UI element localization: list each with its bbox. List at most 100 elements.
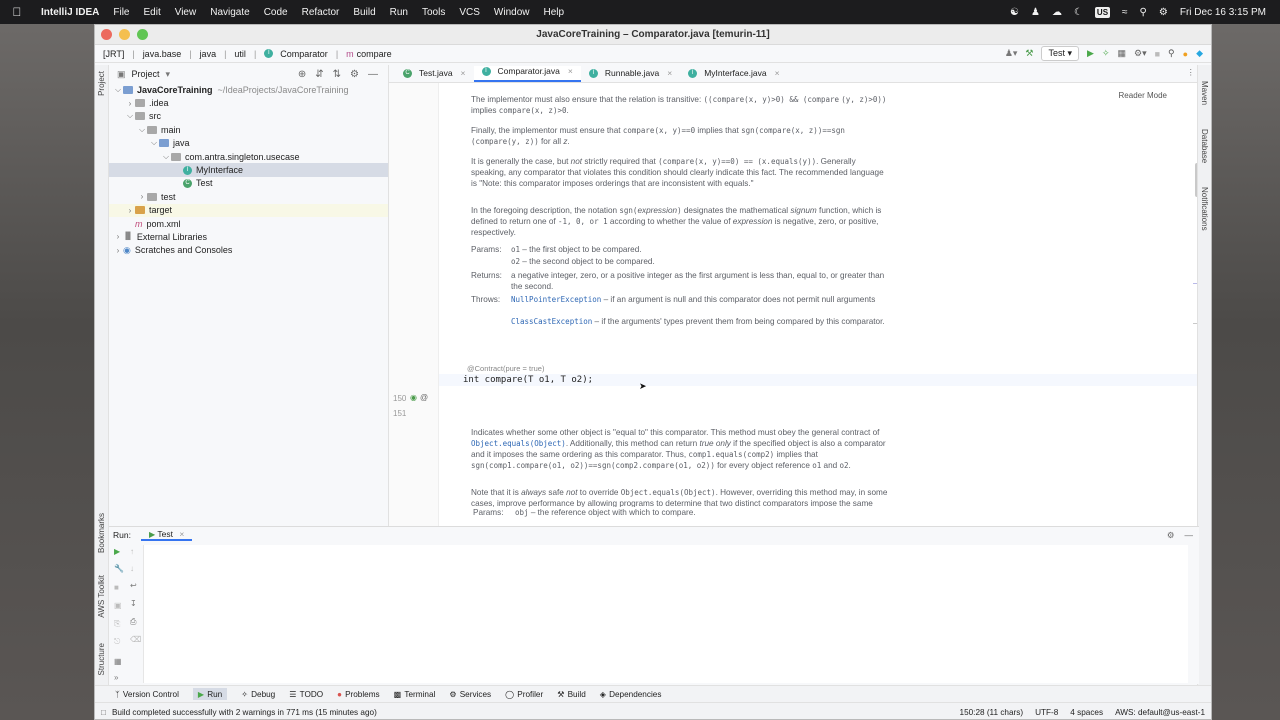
sync-icon[interactable]: ☯: [1010, 7, 1019, 18]
search-everywhere-icon[interactable]: ⚲: [1168, 48, 1175, 59]
chevron-down-icon[interactable]: ⌵: [113, 85, 123, 95]
status-panel-icon[interactable]: □: [101, 708, 106, 717]
cloud-icon[interactable]: ☁: [1052, 7, 1062, 18]
breadcrumb-item[interactable]: compare: [357, 49, 392, 59]
doc-link[interactable]: NullPointerException: [511, 295, 601, 304]
tree-item[interactable]: ⌵ com.antra.singleton.usecase: [109, 150, 388, 163]
minimize-icon[interactable]: —: [368, 69, 378, 80]
reader-mode-toggle[interactable]: Reader Mode: [1119, 91, 1167, 100]
tree-item[interactable]: C Test: [109, 177, 388, 190]
hammer-icon[interactable]: ⚒: [1025, 48, 1033, 59]
moon-icon[interactable]: ☾: [1074, 7, 1083, 18]
user-icon[interactable]: ♟▾: [1005, 48, 1018, 59]
tool-tab-terminal[interactable]: ▩ Terminal: [394, 689, 436, 700]
wifi-icon[interactable]: ≈: [1122, 7, 1128, 18]
maven-tool-tab[interactable]: Maven: [1200, 81, 1209, 105]
run-tab-test[interactable]: ▶ Test ×: [140, 529, 193, 541]
chevron-down-icon[interactable]: ▾: [166, 69, 171, 80]
collapse-all-icon[interactable]: ⇅: [333, 69, 341, 80]
expand-all-icon[interactable]: ⇵: [315, 69, 323, 80]
tab-comparator-java[interactable]: I Comparator.java ×: [473, 66, 581, 82]
menu-code[interactable]: Code: [257, 7, 295, 18]
menu-tools[interactable]: Tools: [415, 7, 452, 18]
wrench-icon[interactable]: 🔧: [114, 564, 124, 573]
aws-toolkit-tool-tab[interactable]: AWS Toolkit: [97, 575, 106, 618]
menu-build[interactable]: Build: [346, 7, 382, 18]
tree-item[interactable]: › ◉ Scratches and Consoles: [109, 244, 388, 257]
file-encoding[interactable]: UTF-8: [1035, 708, 1058, 717]
close-icon[interactable]: ×: [775, 68, 780, 78]
tree-item[interactable]: › target: [109, 203, 388, 217]
down-arrow-icon[interactable]: ↓: [130, 564, 134, 573]
close-icon[interactable]: ×: [568, 66, 573, 76]
tool-tab-services[interactable]: ⚙ Services: [449, 689, 491, 700]
caret-position[interactable]: 150:28 (11 chars): [960, 708, 1024, 717]
tool-tab-version-control[interactable]: ᛉ Version Control: [115, 690, 179, 699]
tool-tab-build[interactable]: ⚒ Build: [557, 689, 586, 700]
tree-item[interactable]: m pom.xml: [109, 217, 388, 230]
breadcrumb-item[interactable]: java.base: [143, 49, 182, 59]
menubar-clock[interactable]: Fri Dec 16 3:15 PM: [1180, 7, 1266, 18]
menu-view[interactable]: View: [168, 7, 204, 18]
more-icon[interactable]: »: [114, 673, 118, 682]
breadcrumb-item[interactable]: Comparator: [280, 49, 328, 59]
menu-run[interactable]: Run: [383, 7, 415, 18]
stop-icon[interactable]: ■: [1155, 49, 1160, 59]
breadcrumb-item[interactable]: util: [234, 49, 246, 59]
locate-icon[interactable]: ⊕: [298, 69, 306, 80]
annotation-marker-icon[interactable]: @: [420, 393, 428, 402]
tool-tab-dependencies[interactable]: ◈ Dependencies: [600, 689, 662, 700]
gear-icon[interactable]: ⚙: [350, 69, 359, 80]
run-icon[interactable]: ▶: [1087, 48, 1094, 59]
menu-navigate[interactable]: Navigate: [203, 7, 256, 18]
profile-icon[interactable]: ⚙▾: [1134, 48, 1147, 59]
search-icon[interactable]: ⚲: [1140, 7, 1147, 18]
layout-icon[interactable]: ▦: [114, 657, 122, 666]
chevron-right-icon[interactable]: ›: [113, 246, 123, 255]
chevron-down-icon[interactable]: ⌵: [149, 138, 159, 148]
export-icon[interactable]: ⎘: [114, 619, 120, 629]
structure-tool-tab[interactable]: Structure: [97, 643, 106, 675]
menu-edit[interactable]: Edit: [136, 7, 167, 18]
breadcrumb-item[interactable]: java: [200, 49, 217, 59]
menu-file[interactable]: File: [106, 7, 136, 18]
tree-item[interactable]: ⌵ main: [109, 123, 388, 136]
close-icon[interactable]: ×: [667, 68, 672, 78]
minimize-icon[interactable]: —: [1185, 530, 1194, 541]
project-panel-title[interactable]: Project: [132, 69, 160, 79]
trash-icon[interactable]: ⌫: [130, 635, 141, 644]
stop-icon[interactable]: ■: [114, 583, 119, 592]
chevron-down-icon[interactable]: ⌵: [137, 125, 147, 135]
tab-myinterface-java[interactable]: I MyInterface.java ×: [680, 68, 787, 82]
soft-wrap-icon[interactable]: ↩: [130, 581, 137, 590]
tab-test-java[interactable]: C Test.java ×: [395, 68, 474, 82]
rerun-icon[interactable]: ▶: [114, 547, 120, 556]
menu-app-name[interactable]: IntelliJ IDEA: [34, 7, 106, 18]
tool-tab-debug[interactable]: ✧ Debug: [241, 689, 275, 700]
pin-icon[interactable]: ⎋: [114, 637, 120, 647]
chevron-down-icon[interactable]: ⌵: [161, 152, 171, 162]
method-signature[interactable]: int compare(T o1, T o2);: [463, 375, 593, 385]
debug-icon[interactable]: ✧: [1102, 48, 1110, 59]
chevron-right-icon[interactable]: ›: [125, 99, 135, 108]
tree-item[interactable]: ⌵ JavaCoreTraining ~/IdeaProjects/JavaCore…: [109, 83, 388, 96]
implemented-marker-icon[interactable]: ◉: [410, 393, 417, 402]
project-tool-tab[interactable]: Project: [97, 71, 106, 96]
chevron-right-icon[interactable]: ›: [125, 206, 135, 215]
run-console-output[interactable]: [143, 545, 1188, 683]
run-config-selector[interactable]: Test ▾: [1041, 46, 1080, 61]
camera-icon[interactable]: ▣: [114, 601, 122, 610]
tool-tab-profiler[interactable]: ◯ Profiler: [505, 689, 543, 700]
menu-refactor[interactable]: Refactor: [295, 7, 347, 18]
menu-window[interactable]: Window: [487, 7, 537, 18]
tool-tab-run[interactable]: ▶ Run: [192, 688, 228, 700]
doc-link[interactable]: ClassCastException: [511, 317, 592, 326]
chevron-right-icon[interactable]: ›: [137, 192, 147, 201]
person-icon[interactable]: ♟: [1031, 7, 1040, 18]
apple-icon[interactable]: : [0, 5, 34, 19]
aws-connection[interactable]: AWS: default@us-east-1: [1115, 708, 1205, 717]
tree-item[interactable]: › .idea: [109, 96, 388, 109]
tree-item[interactable]: › ▐▌ External Libraries: [109, 230, 388, 243]
menu-vcs[interactable]: VCS: [452, 7, 487, 18]
chevron-down-icon[interactable]: ⌵: [125, 111, 135, 121]
